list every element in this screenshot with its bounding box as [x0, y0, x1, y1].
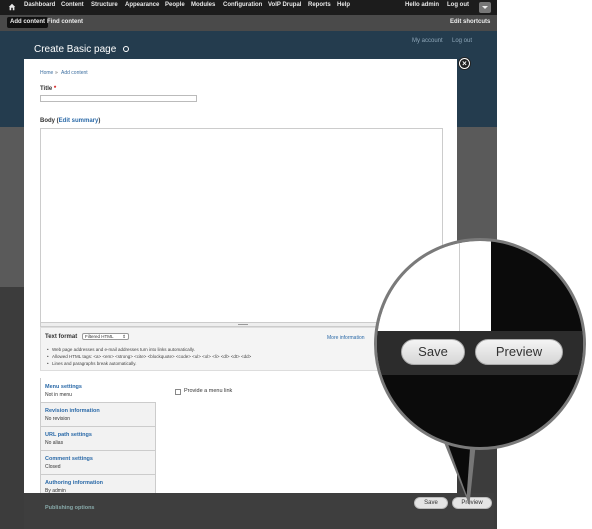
toolbar-help[interactable]: Help [337, 2, 350, 8]
vertical-tab-summary: Not in menu [45, 392, 72, 398]
toolbar-structure[interactable]: Structure [91, 2, 118, 8]
vertical-tab-title[interactable]: Comment settings [45, 456, 93, 462]
save-button-zoomed[interactable]: Save [401, 339, 465, 365]
breadcrumb-separator: » [55, 70, 58, 76]
edit-shortcuts-link[interactable]: Edit shortcuts [450, 19, 490, 25]
provide-menu-link-checkbox[interactable] [175, 389, 181, 395]
screenshot-stage: Dashboard Content Structure Appearance P… [0, 0, 592, 529]
my-account-link[interactable]: My account [412, 38, 443, 44]
close-icon: × [462, 59, 467, 68]
body-label-text: Body [40, 118, 55, 124]
home-icon[interactable] [8, 3, 16, 11]
provide-menu-link-label: Provide a menu link [184, 388, 233, 394]
text-format-label: Text format [45, 334, 78, 340]
page-title: Create Basic page [34, 44, 117, 55]
text-format-select[interactable]: Filtered HTML ⇕ [82, 333, 129, 340]
preview-button-zoomed[interactable]: Preview [475, 339, 563, 365]
title-label: Title * [40, 86, 56, 92]
save-button[interactable]: Save [414, 497, 448, 509]
vertical-tab-menu-settings[interactable] [41, 378, 156, 402]
toolbar-people[interactable]: People [165, 2, 185, 8]
title-label-text: Title [40, 86, 53, 92]
body-label: Body (Edit summary) [40, 118, 101, 124]
edit-summary-link[interactable]: Edit summary [59, 118, 99, 124]
shortcut-add-content[interactable]: Add content [7, 17, 48, 28]
toolbar-content[interactable]: Content [61, 2, 84, 8]
vertical-tab-title[interactable]: URL path settings [45, 432, 92, 438]
select-arrows-icon: ⇕ [122, 334, 126, 339]
close-overlay-button[interactable]: × [458, 57, 471, 70]
format-tip: Allowed HTML tags: <a> <em> <strong> <ci… [47, 354, 251, 359]
zoom-callout: Save Preview [374, 238, 586, 450]
toolbar-dashboard[interactable]: Dashboard [24, 2, 55, 8]
toolbar-reports[interactable]: Reports [308, 2, 331, 8]
vertical-tab-revision[interactable] [41, 402, 156, 426]
toolbar-modules[interactable]: Modules [191, 2, 215, 8]
format-tip: Web page addresses and e-mail addresses … [47, 347, 195, 352]
logout-link[interactable]: Log out [452, 38, 472, 44]
toolbar-configuration[interactable]: Configuration [223, 2, 262, 8]
breadcrumb-home[interactable]: Home [40, 70, 53, 76]
toolbar-appearance[interactable]: Appearance [125, 2, 159, 8]
format-tip: Lines and paragraphs break automatically… [47, 361, 136, 366]
shortcuts-toggle-button[interactable] [479, 2, 491, 13]
vertical-tab-title[interactable]: Menu settings [45, 384, 82, 390]
admin-toolbar: Dashboard Content Structure Appearance P… [0, 0, 497, 15]
vertical-tab-title[interactable]: Publishing options [45, 505, 95, 511]
vertical-tab-url-path[interactable] [41, 426, 156, 450]
zoom-divider [459, 241, 460, 331]
vertical-tab-summary: No alias [45, 440, 64, 446]
text-format-value: Filtered HTML [85, 334, 114, 339]
zoom-dialog-area [377, 241, 491, 331]
vertical-tab-title[interactable]: Revision information [45, 408, 100, 414]
more-information-link[interactable]: More information [327, 335, 365, 341]
add-shortcut-icon[interactable] [123, 46, 129, 52]
vertical-tab-summary: No revision [45, 416, 71, 422]
shortcut-bar: Add content Find content Edit shortcuts [0, 15, 497, 31]
title-input[interactable] [40, 95, 197, 102]
vertical-tab-title[interactable]: Authoring information [45, 480, 103, 486]
toolbar-voip-drupal[interactable]: VoIP Drupal [268, 2, 301, 8]
breadcrumb-add-content[interactable]: Add content [61, 70, 88, 76]
toolbar-logout[interactable]: Log out [447, 2, 469, 8]
vertical-tab-summary: Closed [45, 464, 61, 470]
user-greeting[interactable]: Hello admin [405, 2, 439, 8]
vertical-tab-comment[interactable] [41, 450, 156, 474]
required-mark: * [53, 86, 57, 92]
shortcut-find-content[interactable]: Find content [47, 19, 83, 25]
